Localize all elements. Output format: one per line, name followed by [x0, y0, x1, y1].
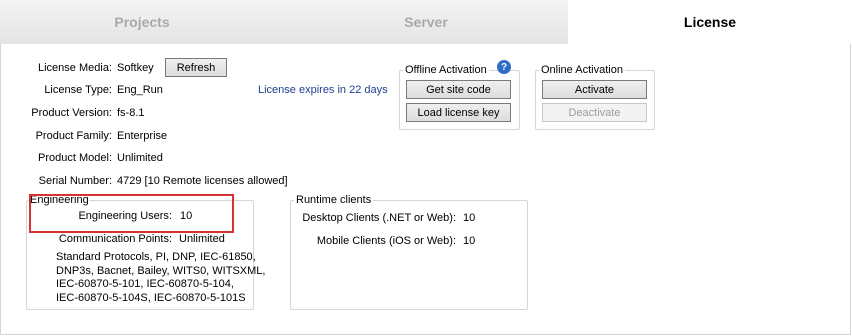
tab-projects[interactable]: Projects [0, 0, 284, 44]
product-family-value: Enterprise [117, 130, 168, 142]
engineering-users-label: Engineering Users: [78, 210, 172, 222]
license-media-value: Softkey [117, 62, 154, 74]
product-model-label: Product Model: [38, 152, 112, 164]
serial-number-label: Serial Number: [38, 175, 112, 187]
engineering-users-value: 10 [180, 210, 193, 222]
product-version-value: fs-8.1 [117, 107, 145, 119]
protocols-list: Standard Protocols, PI, DNP, IEC-61850, … [56, 251, 265, 305]
communication-points-label: Communication Points: [58, 233, 172, 245]
protocols-line: IEC-60870-5-101, IEC-60870-5-104, [56, 278, 234, 290]
product-family-label: Product Family: [35, 130, 112, 142]
serial-number-value: 4729 [10 Remote licenses allowed] [117, 175, 288, 187]
protocols-line: DNP3s, Bacnet, Bailey, WITS0, WITSXML, [56, 264, 266, 277]
desktop-clients-value: 10 [463, 212, 476, 224]
license-expiry-text: License expires in 22 days [258, 84, 388, 96]
tab-bar: Projects Server License [0, 0, 852, 44]
refresh-button[interactable]: Refresh [165, 58, 227, 77]
get-site-code-button[interactable]: Get site code [406, 80, 511, 99]
product-model-value: Unlimited [117, 152, 163, 164]
product-version-label: Product Version: [31, 107, 112, 119]
protocols-line: IEC-60870-5-104S, IEC-60870-5-101S [56, 291, 246, 304]
protocols-line: Standard Protocols, PI, DNP, IEC-61850, [56, 251, 256, 263]
mobile-clients-value: 10 [463, 235, 476, 247]
offline-activation-title: Offline Activation [403, 64, 489, 76]
license-type-label: License Type: [44, 84, 112, 96]
runtime-clients-title: Runtime clients [294, 194, 374, 206]
desktop-clients-label: Desktop Clients (.NET or Web): [302, 212, 456, 224]
license-media-label: License Media: [38, 62, 112, 74]
tab-server[interactable]: Server [284, 0, 568, 44]
activate-button[interactable]: Activate [542, 80, 647, 99]
deactivate-button: Deactivate [542, 103, 647, 122]
communication-points-value: Unlimited [179, 233, 225, 245]
load-license-key-button[interactable]: Load license key [406, 103, 511, 122]
help-icon[interactable]: ? [497, 60, 511, 74]
online-activation-title: Online Activation [539, 64, 625, 76]
license-type-value: Eng_Run [117, 84, 163, 96]
mobile-clients-label: Mobile Clients (iOS or Web): [316, 235, 456, 247]
tab-license[interactable]: License [568, 0, 852, 44]
